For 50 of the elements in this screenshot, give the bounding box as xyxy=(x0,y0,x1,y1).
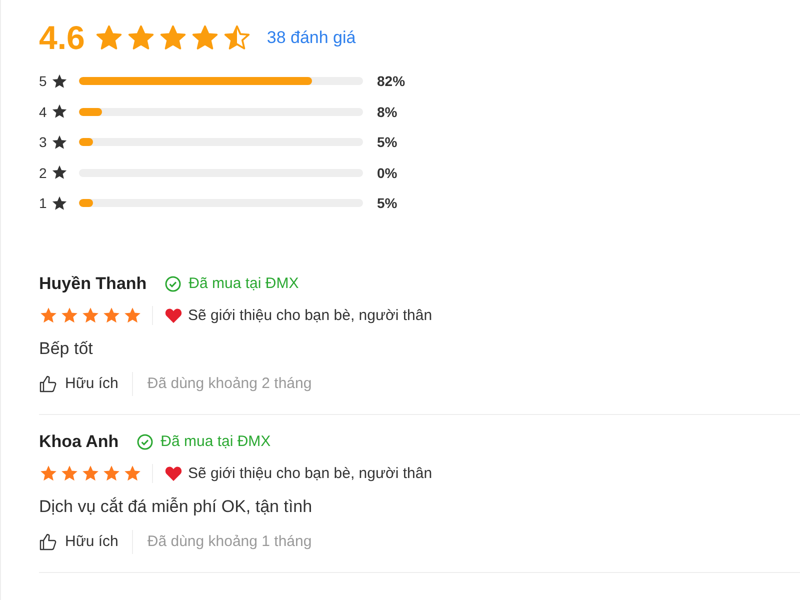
reviewer-name: Huyền Thanh xyxy=(39,274,147,294)
star-level: 3 xyxy=(39,134,48,150)
star-icon xyxy=(39,464,58,483)
rating-score: 4.6 xyxy=(39,19,85,57)
helpful-button[interactable]: Hữu ích xyxy=(39,372,134,396)
check-circle-icon xyxy=(136,434,153,450)
star-icon xyxy=(123,464,142,483)
rating-percent: 82% xyxy=(377,73,406,90)
review-text: Dịch vụ cắt đá miễn phí OK, tận tình xyxy=(39,496,314,516)
star-icon xyxy=(123,306,142,325)
star-icon xyxy=(222,24,251,52)
star-icon xyxy=(190,24,219,52)
thumbs-up-icon xyxy=(39,532,57,550)
recommend-text: Sẽ giới thiệu cho bạn bè, người thân xyxy=(188,465,432,482)
rating-percent: 8% xyxy=(377,104,398,120)
star-level: 1 xyxy=(39,195,48,212)
star-icon xyxy=(51,72,68,90)
star-icon xyxy=(102,464,121,483)
verified-purchase: Đã mua tại ĐMX xyxy=(160,433,271,450)
star-level: 2 xyxy=(39,164,48,181)
thumbs-up-icon xyxy=(39,374,57,392)
verified-purchase: Đã mua tại ĐMX xyxy=(188,275,299,292)
star-icon xyxy=(126,24,155,52)
star-icon xyxy=(81,464,100,483)
check-circle-icon xyxy=(164,276,181,292)
review-text: Bếp tốt xyxy=(39,338,94,358)
star-level: 5 xyxy=(39,73,48,90)
heart-icon xyxy=(165,308,182,323)
star-icon xyxy=(51,194,68,212)
star-icon xyxy=(158,24,187,52)
star-icon xyxy=(60,464,79,483)
review-count-link[interactable]: 38 đánh giá xyxy=(266,28,356,48)
rating-percent: 5% xyxy=(377,195,398,212)
recommend-text: Sẽ giới thiệu cho bạn bè, người thân xyxy=(188,307,432,324)
helpful-button[interactable]: Hữu ích xyxy=(39,530,134,554)
usage-duration: Đã dùng khoảng 2 tháng xyxy=(146,375,312,392)
heart-icon xyxy=(165,466,182,481)
star-icon xyxy=(60,306,79,325)
star-icon xyxy=(102,306,121,325)
star-icon xyxy=(39,306,58,325)
star-icon xyxy=(51,164,68,182)
rating-percent: 0% xyxy=(377,164,398,181)
star-icon xyxy=(81,306,100,325)
star-level: 4 xyxy=(39,104,48,120)
usage-duration: Đã dùng khoảng 1 tháng xyxy=(146,533,312,550)
star-icon xyxy=(51,134,68,151)
rating-percent: 5% xyxy=(377,134,398,150)
star-icon xyxy=(94,24,123,52)
reviewer-name: Khoa Anh xyxy=(39,432,119,452)
star-icon xyxy=(51,103,68,120)
